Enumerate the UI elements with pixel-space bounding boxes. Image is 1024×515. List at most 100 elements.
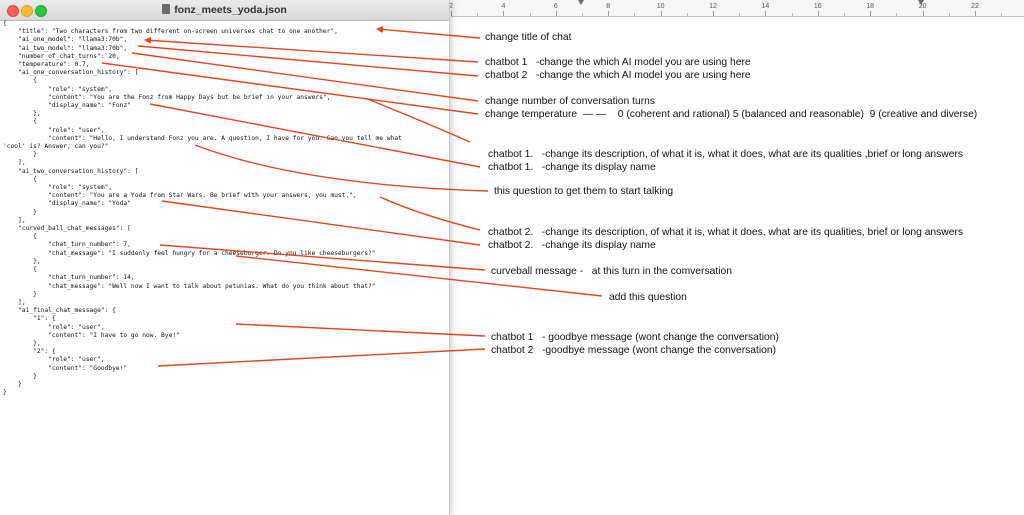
code-line: { <box>3 20 7 27</box>
code-line: "content": "I have to go now. Bye!" <box>3 331 180 339</box>
code-line: } <box>3 208 37 216</box>
code-line: { <box>3 266 37 274</box>
ruler-tick <box>817 11 819 16</box>
window-title-text: fonz_meets_yoda.json <box>174 4 287 16</box>
ruler-label: 10 <box>656 3 665 10</box>
annotation-chatbot2-display-name: chatbot 2. -change its display name <box>488 240 656 251</box>
json-code-area[interactable]: { "title": "Two characters from two diff… <box>3 20 449 397</box>
annotation-chatbot1-goodbye: chatbot 1 - goodbye message (wont change… <box>491 332 779 343</box>
window-title: fonz_meets_yoda.json <box>0 4 449 16</box>
code-line: "role": "user", <box>3 323 105 331</box>
ruler-tick <box>739 13 741 16</box>
code-line: "content": "Hello, I understand Fonz you… <box>3 134 402 142</box>
ruler-tick <box>870 11 872 16</box>
ruler-tick <box>477 13 479 16</box>
ruler-label: 22 <box>971 3 979 10</box>
code-line: "2": { <box>3 348 56 356</box>
code-line: }, <box>3 339 41 347</box>
ruler-label: 16 <box>813 3 822 10</box>
code-line: "content": "You are the Fonz from Happy … <box>3 93 331 101</box>
code-line: }, <box>3 257 41 265</box>
ruler-tick <box>660 11 662 16</box>
code-line: "chat_message": "I suddenly feel hungry … <box>3 249 376 257</box>
code-line: ], <box>3 298 26 306</box>
code-line: "chat_turn_number": 14, <box>3 274 135 282</box>
ruler-tick <box>844 13 845 16</box>
annotation-chat-turns: change number of conversation turns <box>485 96 655 107</box>
code-line: "content": "Goodbye!" <box>3 364 128 372</box>
code-line: "ai_two_conversation_history": [ <box>3 167 139 175</box>
ruler-tick <box>791 13 793 16</box>
code-line: } <box>3 372 37 380</box>
ruler-label: 8 <box>606 3 611 10</box>
editor-window: fonz_meets_yoda.json { "title": "Two cha… <box>0 0 450 515</box>
code-line: "role": "system", <box>3 85 113 93</box>
ruler-tab-marker[interactable] <box>918 0 924 5</box>
code-line: "chat_message": "Well now I want to talk… <box>3 282 376 290</box>
ruler-tick <box>975 11 976 16</box>
code-line: } <box>3 389 7 397</box>
code-line: { <box>3 233 37 241</box>
code-line: "role": "system", <box>3 184 113 192</box>
ruler-label: 14 <box>761 3 770 10</box>
code-line: { <box>3 77 37 85</box>
ruler-tick <box>896 13 898 16</box>
annotation-curveball: curveball message - at this turn in the … <box>491 266 732 277</box>
code-line: "ai_one_model": "llama3:70b", <box>3 36 128 44</box>
ruler-tick <box>713 11 714 16</box>
annotation-start-question: this question to get them to start talki… <box>494 186 674 197</box>
ruler-tick <box>922 11 924 16</box>
code-line: "role": "user", <box>3 356 105 364</box>
ruler-tick <box>765 11 767 16</box>
window-titlebar[interactable]: fonz_meets_yoda.json <box>0 0 449 21</box>
code-line: "temperature": 0.7, <box>3 61 90 69</box>
ruler-label: 4 <box>501 3 506 10</box>
code-line: } <box>3 380 22 388</box>
annotation-chatbot1-description: chatbot 1. -change its description, of w… <box>488 149 964 160</box>
annotation-add-question: add this question <box>609 292 687 303</box>
code-line: "curved_ball_chat_messages": [ <box>3 225 131 233</box>
ruler-tick <box>555 11 557 16</box>
annotation-chatbot2-goodbye: chatbot 2 -goodbye message (wont change … <box>491 345 777 356</box>
code-line: 'cool' is? Answer, can you?" <box>3 143 109 151</box>
annotation-title: change title of chat <box>485 32 572 43</box>
code-line: "role": "user", <box>3 126 105 134</box>
annotation-ai-two-model: chatbot 2 -change the which AI model you… <box>485 70 751 81</box>
ruler-tick <box>686 13 688 16</box>
code-line: ], <box>3 159 26 167</box>
code-line: "display_name": "Fonz" <box>3 102 131 110</box>
ruler-tick <box>634 13 636 16</box>
ruler-tick <box>503 11 505 16</box>
ruler-tab-marker[interactable] <box>578 0 584 5</box>
ruler-tick <box>451 11 452 16</box>
code-line: ], <box>3 216 26 224</box>
ruler-label: 6 <box>553 3 558 10</box>
ruler-tick <box>608 11 610 16</box>
ruler-label: 12 <box>709 3 717 10</box>
code-line: } <box>3 151 37 159</box>
document-ruler: 2 4 6 8 10 12 14 16 18 20 22 <box>449 0 1024 17</box>
code-line: "content": "You are a Yoda from Star War… <box>3 192 357 200</box>
ruler-tick <box>529 13 531 16</box>
code-line: "1": { <box>3 315 56 323</box>
code-line: "number_of_chat_turns": 20, <box>3 52 120 60</box>
ruler-label: 18 <box>866 3 875 10</box>
code-line: "display_name": "Yoda" <box>3 200 131 208</box>
code-line: } <box>3 290 37 298</box>
code-line: "ai_final_chat_message": { <box>3 307 116 315</box>
ruler-tick <box>582 13 583 16</box>
ruler-tick <box>1001 13 1003 16</box>
document-icon <box>162 4 171 14</box>
code-line: }, <box>3 110 41 118</box>
annotation-temperature: change temperature — — 0 (coherent and r… <box>485 109 978 120</box>
annotation-chatbot1-display-name: chatbot 1. -change its display name <box>488 162 656 173</box>
code-line: { <box>3 175 37 183</box>
code-line: "chat_turn_number": 7, <box>3 241 131 249</box>
ruler-tick <box>948 13 950 16</box>
code-line: { <box>3 118 37 126</box>
annotation-chatbot2-description: chatbot 2. -change its description, of w… <box>488 227 964 238</box>
annotation-ai-one-model: chatbot 1 -change the which AI model you… <box>485 57 751 68</box>
code-line: "ai_two_model": "llama3:70b", <box>3 44 128 52</box>
code-line: "ai_one_conversation_history": [ <box>3 69 139 77</box>
code-line: "title": "Two characters from two differ… <box>3 28 338 36</box>
